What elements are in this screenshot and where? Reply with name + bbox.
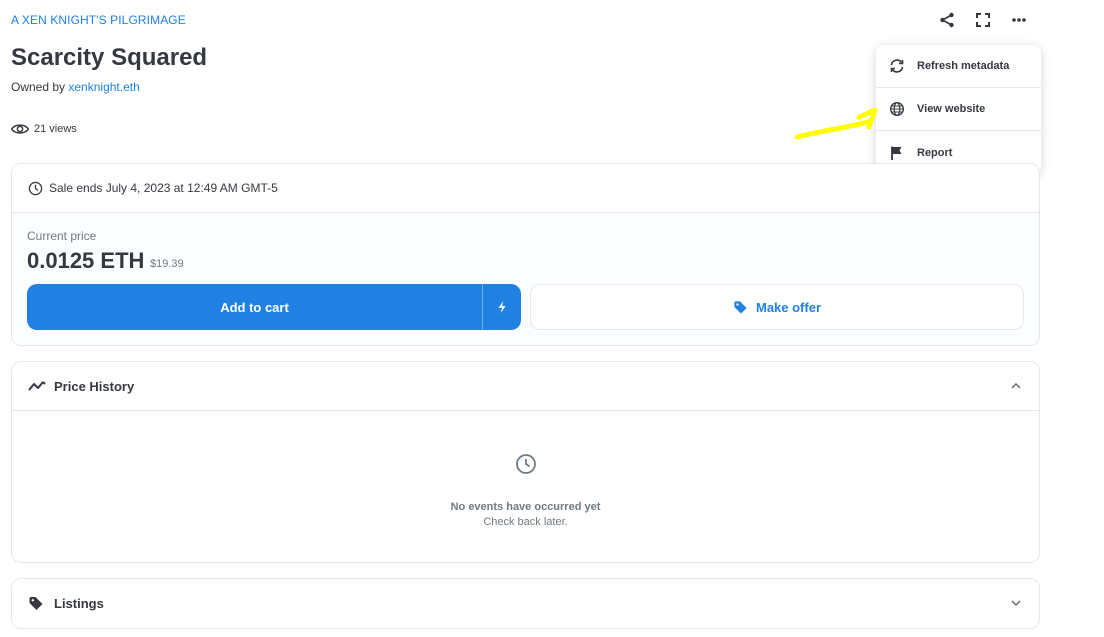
views-label: 21 views xyxy=(34,123,77,135)
price-history-empty-state: No events have occurred yet Check back l… xyxy=(12,411,1039,562)
clock-icon xyxy=(28,181,43,195)
price-history-title: Price History xyxy=(54,378,135,394)
make-offer-label: Make offer xyxy=(755,299,822,315)
empty-state-subtitle: Check back later. xyxy=(483,516,568,528)
menu-item-view-website[interactable]: View website xyxy=(876,88,1041,131)
more-button[interactable] xyxy=(1010,11,1028,29)
views-count: 21 views xyxy=(11,122,77,136)
price-history-card: Price History No events have occurred ye… xyxy=(11,361,1040,563)
more-menu: Refresh metadata View website Report xyxy=(876,45,1041,174)
owner-link[interactable]: xenknight.eth xyxy=(68,80,139,94)
globe-icon xyxy=(889,101,905,117)
fullscreen-icon xyxy=(976,13,990,27)
share-icon xyxy=(940,12,954,28)
flag-icon xyxy=(891,146,902,160)
current-price-label: Current price xyxy=(27,229,97,243)
menu-item-label: View website xyxy=(917,103,986,115)
clock-icon xyxy=(516,454,536,474)
buy-now-button[interactable] xyxy=(483,284,521,330)
listings-header[interactable]: Listings xyxy=(12,579,1039,628)
add-to-cart-group: Add to cart xyxy=(27,284,521,330)
price-history-header[interactable]: Price History xyxy=(12,362,1039,411)
annotation-arrow-icon xyxy=(795,107,878,140)
menu-item-label: Report xyxy=(917,146,953,159)
more-icon xyxy=(1012,18,1026,22)
item-title: Scarcity Squared xyxy=(11,44,208,71)
collection-link[interactable]: A XEN KNIGHT'S PILGRIMAGE xyxy=(11,13,186,27)
menu-item-refresh-metadata[interactable]: Refresh metadata xyxy=(876,45,1041,88)
top-actions xyxy=(938,11,1028,29)
trend-line-icon xyxy=(28,381,46,391)
price-eth: 0.0125 ETH xyxy=(27,248,145,273)
sale-card: Sale ends July 4, 2023 at 12:49 AM GMT-5… xyxy=(11,163,1040,346)
chevron-down-icon xyxy=(1011,600,1021,607)
price-section: Current price 0.0125 ETH $19.39 Add to c… xyxy=(12,213,1039,345)
sale-end-row: Sale ends July 4, 2023 at 12:49 AM GMT-5 xyxy=(12,164,1039,213)
owned-by-label: Owned by xyxy=(11,80,66,94)
tag-icon xyxy=(29,596,43,610)
price-usd: $19.39 xyxy=(150,258,184,270)
lightning-icon xyxy=(498,300,506,314)
chevron-up-icon xyxy=(1011,382,1021,389)
menu-item-label: Refresh metadata xyxy=(917,60,1010,72)
make-offer-button[interactable]: Make offer xyxy=(530,284,1024,330)
empty-state-title: No events have occurred yet xyxy=(450,501,601,513)
share-button[interactable] xyxy=(938,11,956,29)
fullscreen-button[interactable] xyxy=(974,11,992,29)
add-to-cart-button[interactable]: Add to cart xyxy=(27,284,483,330)
refresh-icon xyxy=(890,59,904,73)
listings-title: Listings xyxy=(54,596,104,611)
eye-icon xyxy=(11,124,29,134)
listings-card: Listings xyxy=(11,578,1040,629)
tag-icon xyxy=(734,300,747,314)
owner-line: Owned by xenknight.eth xyxy=(11,80,140,94)
sale-end-text: Sale ends July 4, 2023 at 12:49 AM GMT-5 xyxy=(49,181,278,195)
